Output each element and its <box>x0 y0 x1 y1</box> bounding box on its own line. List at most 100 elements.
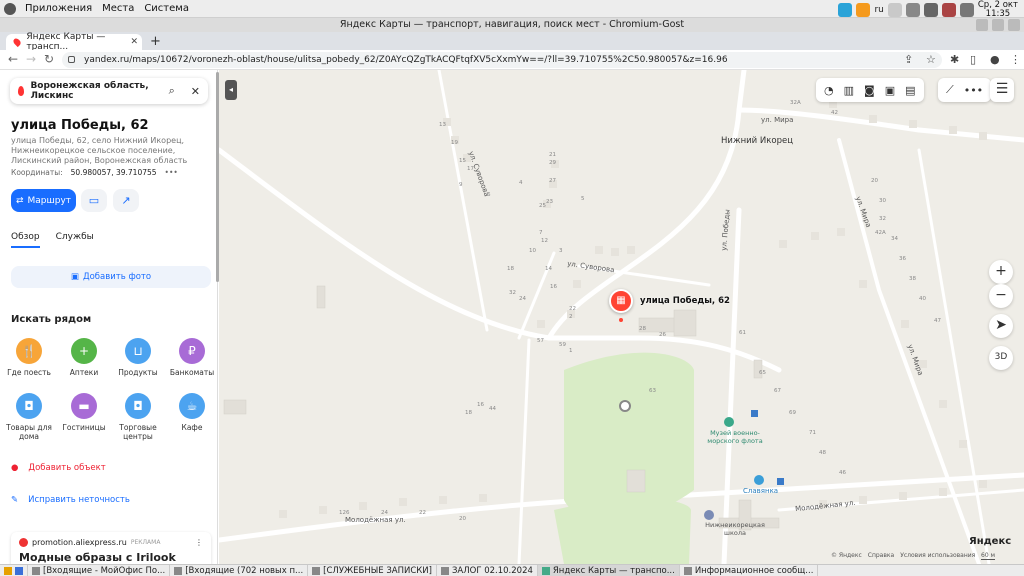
taskbar-item-label: Яндекс Карты — транспо... <box>552 565 675 576</box>
taskbar-item[interactable]: Информационное сообщ... <box>680 565 819 576</box>
bookmark-button[interactable]: ▭ <box>81 189 107 212</box>
village-label[interactable]: Нижний Икорец <box>721 136 793 146</box>
sidebar-toggle-icon[interactable]: ▯ <box>970 53 976 66</box>
photo-icon[interactable]: ◙ <box>864 84 875 97</box>
category-atm[interactable]: ₽ Банкоматы <box>165 338 217 377</box>
taskbar: [Входящие - МойОфис По... [Входящие (702… <box>0 564 1024 576</box>
tab-overview[interactable]: Обзор <box>11 232 40 248</box>
distro-logo-icon[interactable] <box>4 2 16 15</box>
browser-tab[interactable]: Яндекс Карты — трансп... ✕ <box>6 32 142 52</box>
transit-icon[interactable]: ▣ <box>885 84 895 97</box>
tab-services[interactable]: Службы <box>56 232 94 248</box>
extensions-icon[interactable]: ✱ <box>950 53 959 66</box>
reload-icon[interactable]: ↻ <box>44 52 54 66</box>
school-label[interactable]: Нижнеикорецкая школа <box>705 521 765 537</box>
forward-icon[interactable]: → <box>26 52 36 66</box>
taskbar-item[interactable]: [Входящие - МойОфис По... <box>28 565 171 576</box>
map-footer: © Яндекс Справка Условия использования <box>831 552 975 559</box>
taskbar-item-active[interactable]: Яндекс Карты — транспо... <box>537 565 680 576</box>
ad-card[interactable]: promotion.aliexpress.ru РЕКЛАМА ⋮ Модные… <box>11 532 211 564</box>
ruler-icon[interactable]: ⟋ <box>946 83 954 97</box>
tray-battery-icon[interactable] <box>941 3 956 17</box>
address-bar[interactable]: yandex.ru/maps/10672/voronezh-oblast/hou… <box>62 52 942 68</box>
bus-stop-icon[interactable] <box>751 410 758 417</box>
tray-mail-icon[interactable] <box>887 3 902 17</box>
route-button[interactable]: ⇄ Маршрут <box>11 189 76 212</box>
share-icon[interactable]: ⇪ <box>904 53 913 66</box>
profile-icon[interactable]: ● <box>990 53 1000 66</box>
collapse-sidebar-button[interactable]: ◂ <box>225 80 237 100</box>
zoom-in-button[interactable]: + <box>989 260 1013 284</box>
ad-menu-icon[interactable]: ⋮ <box>195 538 203 547</box>
museum-label[interactable]: Музей военно-морского флота <box>705 429 765 445</box>
church-label[interactable]: Славянка <box>743 487 778 495</box>
footer-help-link[interactable]: Справка <box>868 552 894 559</box>
house-marker-icon[interactable]: ▦ <box>609 289 633 313</box>
category-pharmacy[interactable]: + Аптеки <box>57 338 111 377</box>
taskbar-item[interactable]: ЗАЛОГ 02.10.2024 <box>437 565 538 576</box>
yandex-logo[interactable]: Яндекс <box>969 536 1011 547</box>
search-input[interactable]: Воронежская область, Лискинс ⌕ ✕ <box>10 78 208 104</box>
back-icon[interactable]: ← <box>8 52 18 66</box>
close-tab-icon[interactable]: ✕ <box>130 37 138 47</box>
cup-icon: ☕ <box>179 393 205 419</box>
category-malls[interactable]: ◘ Торговые центры <box>111 393 165 441</box>
share-button[interactable]: ↗ <box>113 189 139 212</box>
menu-system[interactable]: Система <box>139 3 194 14</box>
clear-search-icon[interactable]: ✕ <box>191 85 200 98</box>
fix-error-link[interactable]: ✎ Исправить неточность <box>11 495 130 505</box>
marker-label[interactable]: улица Победы, 62 <box>640 296 730 306</box>
bus-stop-icon[interactable] <box>777 478 784 485</box>
layers-icon[interactable]: ◔ <box>824 84 834 97</box>
map-canvas[interactable]: Нижний Икорец ул. Мира ул. Суворова ул. … <box>219 70 1024 564</box>
my-location-button[interactable]: ➤ <box>989 314 1013 338</box>
house-number: 46 <box>839 470 846 476</box>
location-pin-icon <box>18 86 25 96</box>
search-icon[interactable]: ⌕ <box>169 84 175 98</box>
category-groceries[interactable]: ⊔ Продукты <box>111 338 165 377</box>
add-object-icon: ● <box>11 463 19 473</box>
taskbar-item[interactable]: [Входящие (702 новых п... <box>170 565 309 576</box>
site-info-icon[interactable] <box>68 56 75 63</box>
category-cafe[interactable]: ☕ Кафе <box>165 393 217 432</box>
category-food[interactable]: 🍴 Где поесть <box>2 338 56 377</box>
category-hotels[interactable]: ▬ Гостиницы <box>57 393 111 432</box>
taskbar-item-label: ЗАЛОГ 02.10.2024 <box>451 565 533 576</box>
traffic-icon[interactable]: ▤ <box>905 84 915 97</box>
church-icon[interactable] <box>754 475 764 485</box>
menu-applications[interactable]: Приложения <box>20 3 97 14</box>
tray-network-icon[interactable] <box>905 3 920 17</box>
tray-ok-icon[interactable] <box>856 3 871 17</box>
tray-vk-icon[interactable] <box>838 3 853 17</box>
zoom-out-button[interactable]: − <box>989 284 1013 308</box>
coords-value[interactable]: 50.980057, 39.710755 <box>71 168 157 177</box>
bookmark-star-icon[interactable]: ☆ <box>926 53 936 66</box>
taskbar-item-label: [Входящие - МойОфис По... <box>43 565 166 576</box>
profile-avatar-icon[interactable]: ☰ <box>990 78 1014 102</box>
3d-button[interactable]: 3D <box>989 346 1013 370</box>
taskbar-item[interactable]: [СЛУЖЕБНЫЕ ЗАПИСКИ] <box>308 565 437 576</box>
close-window-button[interactable] <box>1008 19 1020 31</box>
clock[interactable]: Ср, 2 окт 11:35 <box>978 1 1018 19</box>
stadium-icon[interactable] <box>619 400 631 412</box>
add-photo-button[interactable]: ▣ Добавить фото <box>11 266 211 288</box>
museum-icon[interactable] <box>724 417 734 427</box>
taskbar-start-icon[interactable] <box>0 565 28 576</box>
maximize-button[interactable] <box>992 19 1004 31</box>
school-icon[interactable] <box>704 510 714 520</box>
new-tab-button[interactable]: + <box>150 34 161 49</box>
tray-volume-icon[interactable] <box>923 3 938 17</box>
keyboard-layout[interactable]: ru <box>874 5 883 15</box>
menu-places[interactable]: Места <box>97 3 139 14</box>
tab-strip: Яндекс Карты — трансп... ✕ + <box>0 32 1024 52</box>
browser-menu-icon[interactable]: ⋮ <box>1010 53 1021 66</box>
minimize-button[interactable] <box>976 19 988 31</box>
house-number: 10 <box>529 248 536 254</box>
panorama-icon[interactable]: ▥ <box>844 84 854 97</box>
coords-more-button[interactable]: ••• <box>165 168 178 177</box>
footer-terms-link[interactable]: Условия использования <box>900 552 975 559</box>
more-tools-icon[interactable]: ••• <box>964 84 983 97</box>
tray-display-icon[interactable] <box>959 3 974 17</box>
category-home-goods[interactable]: ◘ Товары для дома <box>2 393 56 441</box>
add-object-link[interactable]: ● Добавить объект <box>11 463 106 473</box>
